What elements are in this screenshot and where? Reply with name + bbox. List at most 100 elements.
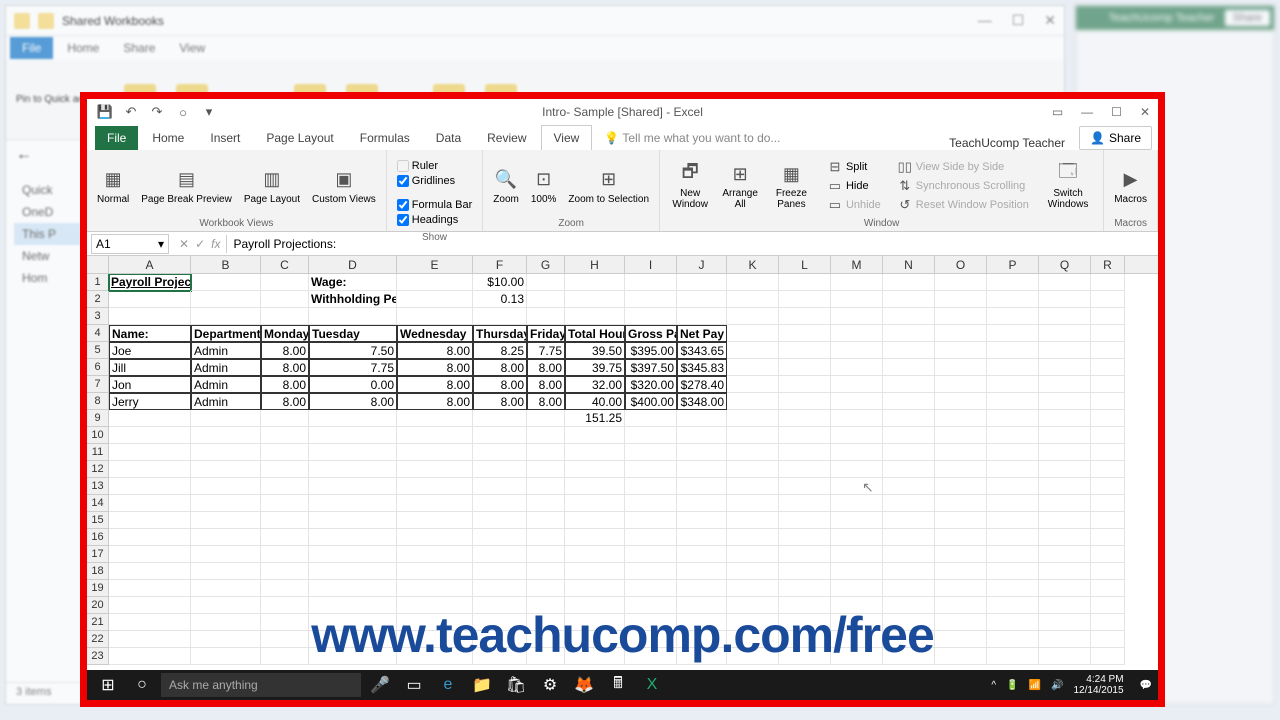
cell[interactable] [779,274,831,291]
cell[interactable] [191,546,261,563]
cell[interactable] [527,461,565,478]
close-icon[interactable]: ✕ [1140,105,1150,119]
cell[interactable] [1091,495,1125,512]
cell[interactable] [625,308,677,325]
cell[interactable] [987,546,1039,563]
cell[interactable] [831,410,883,427]
cell[interactable] [883,563,935,580]
tab-review[interactable]: Review [475,126,538,150]
row-header[interactable]: 15 [87,512,109,529]
cell[interactable] [779,359,831,376]
cell[interactable] [191,631,261,648]
cell[interactable] [1091,580,1125,597]
cell[interactable] [935,631,987,648]
column-header[interactable]: D [309,256,397,273]
close-icon[interactable]: ✕ [1044,12,1056,29]
cell[interactable]: 8.00 [527,376,565,393]
cell[interactable] [831,359,883,376]
cell[interactable] [473,580,527,597]
cell[interactable]: 8.00 [261,376,309,393]
cell[interactable]: 39.50 [565,342,625,359]
cell[interactable] [727,495,779,512]
cell[interactable] [625,563,677,580]
column-header[interactable]: J [677,256,727,273]
cell[interactable] [261,410,309,427]
cell[interactable] [1039,308,1091,325]
cell[interactable] [883,512,935,529]
cell[interactable] [625,529,677,546]
cell[interactable]: Gross Pay [625,325,677,342]
cell[interactable] [261,614,309,631]
tell-me-input[interactable]: 💡 Tell me what you want to do... [594,126,935,150]
start-button[interactable]: ⊞ [93,670,123,700]
cell[interactable] [565,529,625,546]
cell[interactable] [309,563,397,580]
unhide-button[interactable]: ▭Unhide [827,197,881,213]
cell[interactable]: Thursday [473,325,527,342]
cell[interactable] [527,529,565,546]
cell[interactable] [261,274,309,291]
cell[interactable] [831,274,883,291]
cell[interactable] [935,597,987,614]
cell[interactable] [831,427,883,444]
cell[interactable] [397,529,473,546]
cell[interactable]: 8.00 [397,342,473,359]
cell[interactable] [727,359,779,376]
cell[interactable] [109,461,191,478]
cell[interactable] [1039,444,1091,461]
store-icon[interactable]: 🛍 [501,670,531,700]
cell[interactable] [987,376,1039,393]
cell[interactable] [309,529,397,546]
cell[interactable]: $278.40 [677,376,727,393]
cell[interactable] [883,308,935,325]
cell[interactable] [935,376,987,393]
taskbar-search[interactable]: Ask me anything [161,673,361,697]
edge-icon[interactable]: e [433,670,463,700]
cell[interactable] [527,512,565,529]
cell[interactable] [261,529,309,546]
row-header[interactable]: 14 [87,495,109,512]
row-header[interactable]: 9 [87,410,109,427]
cell[interactable]: 8.25 [473,342,527,359]
cell[interactable] [1091,546,1125,563]
cell[interactable]: 0.00 [309,376,397,393]
cell[interactable] [779,342,831,359]
firefox-icon[interactable]: 🦊 [569,670,599,700]
tab-file[interactable]: File [95,126,138,150]
cell[interactable] [397,478,473,495]
cell[interactable] [527,410,565,427]
save-icon[interactable]: 💾 [97,104,113,120]
cell[interactable] [109,546,191,563]
cell[interactable] [677,427,727,444]
cell[interactable] [935,410,987,427]
column-header[interactable]: G [527,256,565,273]
cell[interactable] [565,461,625,478]
cell[interactable] [397,427,473,444]
cell[interactable] [1039,580,1091,597]
cell[interactable] [625,512,677,529]
cell[interactable] [935,274,987,291]
cell[interactable] [191,410,261,427]
cell[interactable] [1091,342,1125,359]
cell[interactable]: Monday [261,325,309,342]
cell[interactable] [677,512,727,529]
cell[interactable]: Department: [191,325,261,342]
cell[interactable] [191,648,261,665]
cell[interactable] [677,308,727,325]
cell[interactable] [261,444,309,461]
ribbon-options-icon[interactable]: ▭ [1052,105,1063,119]
maximize-icon[interactable]: ☐ [1012,12,1025,29]
cell[interactable] [987,580,1039,597]
cell[interactable]: Tuesday [309,325,397,342]
zoom-selection-button[interactable]: ⊞Zoom to Selection [564,154,653,218]
cell[interactable] [677,444,727,461]
cell[interactable] [309,495,397,512]
cell[interactable] [779,291,831,308]
zoom-button[interactable]: 🔍Zoom [489,154,523,218]
row-header[interactable]: 8 [87,393,109,410]
cell[interactable] [261,495,309,512]
cell[interactable] [1091,444,1125,461]
cell[interactable] [779,495,831,512]
cell[interactable] [883,376,935,393]
cell[interactable] [1039,495,1091,512]
